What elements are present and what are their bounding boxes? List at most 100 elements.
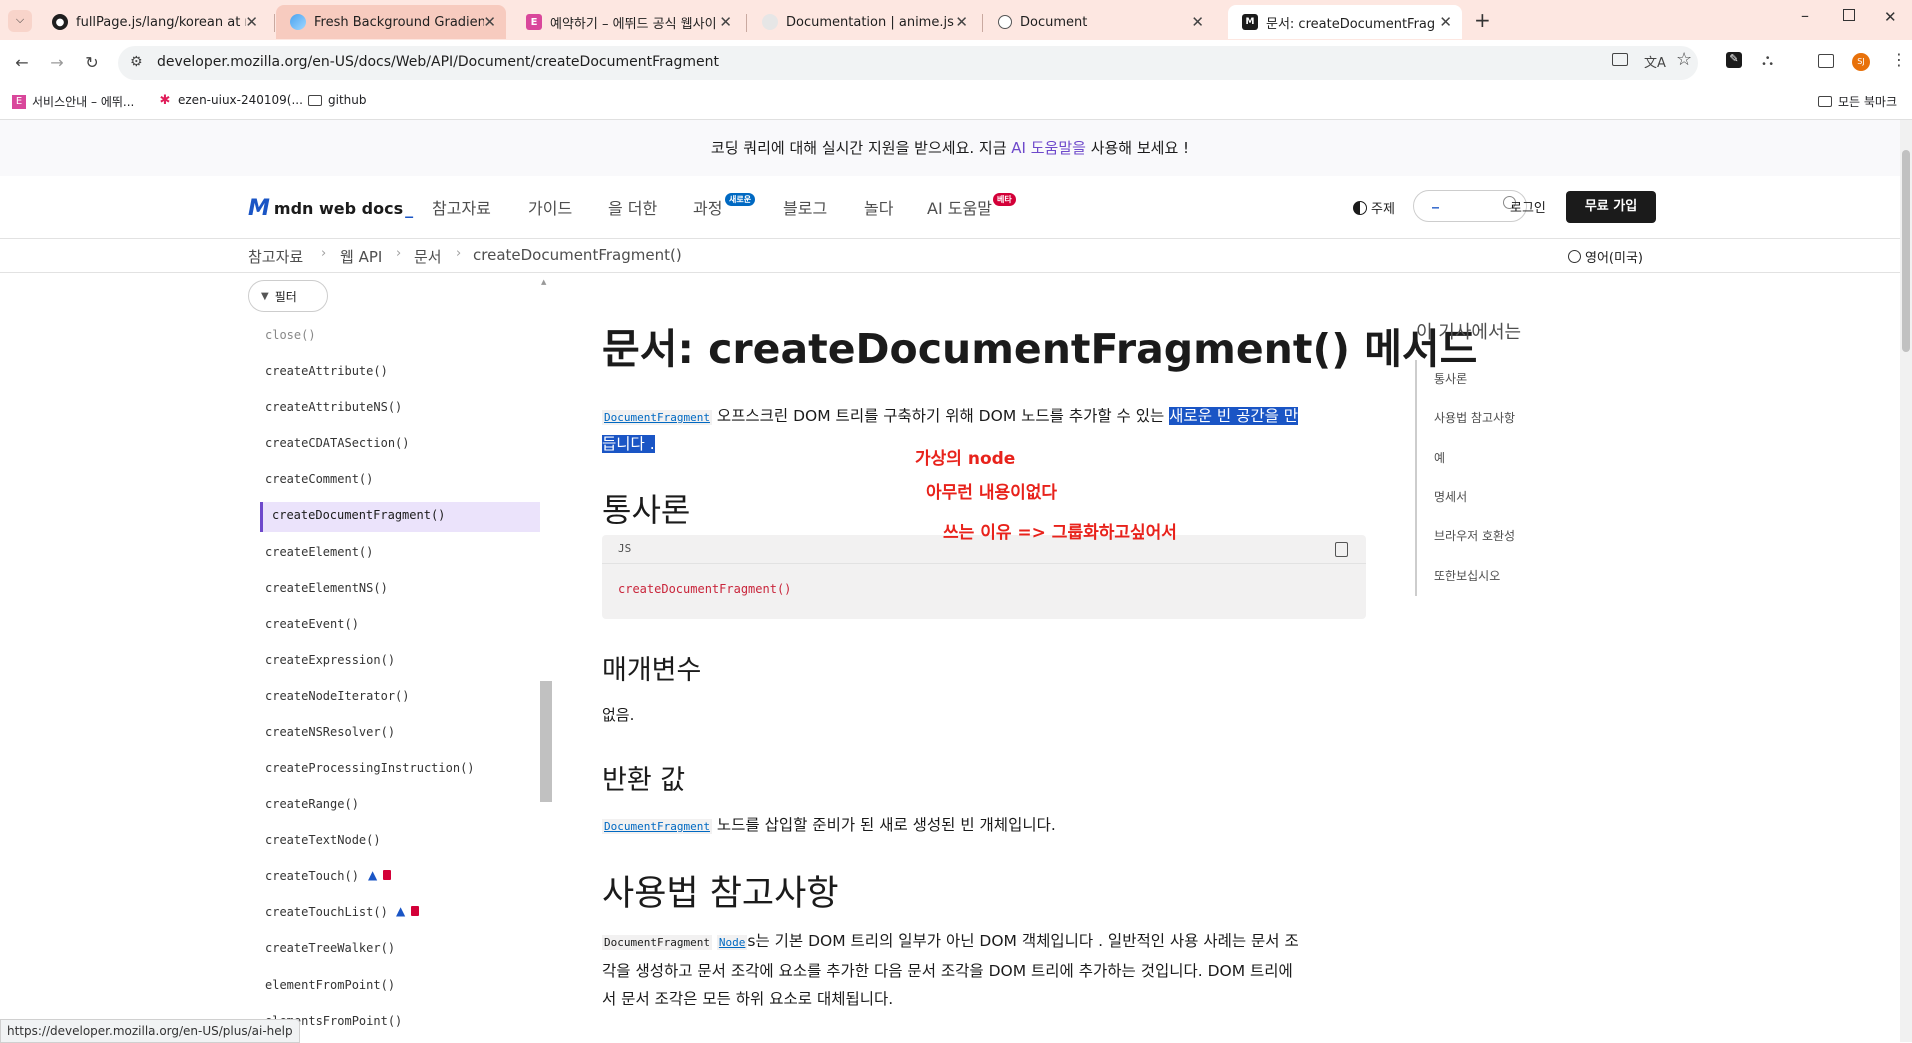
new-tab-plus-icon[interactable]: +	[1474, 8, 1491, 32]
close-tab-icon[interactable]: ✕	[483, 13, 496, 31]
sidebar-item[interactable]: createEvent()	[265, 617, 359, 631]
back-arrow-icon[interactable]: ←	[10, 50, 34, 74]
url-text[interactable]: developer.mozilla.org/en-US/docs/Web/API…	[157, 54, 719, 70]
login-link[interactable]: 로그인	[1510, 197, 1546, 216]
nav-ai-help[interactable]: AI 도움말	[927, 195, 992, 219]
banner-ai-link[interactable]: AI 도움말을	[1011, 139, 1086, 157]
extensions-puzzle-icon[interactable]: ⛬	[1762, 50, 1773, 70]
translate-icon[interactable]: 文A	[1644, 52, 1666, 71]
side-panel-icon[interactable]	[1818, 54, 1834, 68]
breadcrumb-item[interactable]: 웹 API	[340, 246, 382, 267]
browser-tab-strip: ⌵ ● fullPage.js/lang/korean at mas ✕ Fre…	[0, 0, 1912, 40]
return-paragraph: DocumentFragment 노드를 삽입할 준비가 된 새로 생성된 빈 …	[602, 813, 1056, 835]
sidebar-item[interactable]: createTextNode()	[265, 833, 381, 847]
sidebar-filter[interactable]: ▼ 필터	[248, 280, 328, 312]
language-switcher[interactable]: 영어(미국)	[1568, 247, 1643, 266]
sidebar-item[interactable]: createTouch()	[265, 869, 359, 883]
reload-icon[interactable]: ↻	[80, 50, 104, 74]
bookmark-item[interactable]: ✱ ezen-uiux-240109(...	[158, 93, 303, 108]
logo-underscore: _	[405, 199, 414, 218]
github-icon: ●	[52, 14, 68, 30]
close-tab-icon[interactable]: ✕	[719, 13, 732, 31]
node-link[interactable]: Node	[716, 935, 748, 950]
sidebar-item[interactable]: createProcessingInstruction()	[265, 761, 475, 775]
sidebar-item[interactable]: createRange()	[265, 797, 359, 811]
documentfragment-link[interactable]: DocumentFragment	[602, 410, 712, 425]
forward-arrow-icon[interactable]: →	[45, 50, 69, 74]
close-tab-icon[interactable]: ✕	[245, 13, 258, 31]
close-tab-icon[interactable]: ✕	[955, 13, 968, 31]
toc-item[interactable]: 통사론	[1434, 370, 1467, 387]
nav-guides[interactable]: 가이드	[528, 195, 572, 219]
toc-item[interactable]: 또한보십시오	[1434, 567, 1500, 584]
signup-button[interactable]: 무료 가입	[1566, 191, 1656, 223]
documentfragment-link[interactable]: DocumentFragment	[602, 819, 712, 834]
sidebar-item[interactable]: createElement()	[265, 545, 373, 559]
sidebar-item[interactable]: createAttribute()	[265, 364, 388, 378]
browser-tab[interactable]: ● fullPage.js/lang/korean at mas ✕	[38, 5, 268, 39]
sidebar-scrollbar[interactable]	[540, 681, 552, 802]
close-tab-icon[interactable]: ✕	[1191, 13, 1204, 31]
usage-text: 각을 생성하고 문서 조각에 요소를 추가한 다음 문서 조각을 DOM 트리에…	[602, 962, 1293, 980]
close-tab-icon[interactable]: ✕	[1439, 13, 1452, 31]
theme-half-circle-icon	[1353, 200, 1367, 215]
browser-tab[interactable]: Document ✕	[984, 5, 1214, 39]
copy-clipboard-icon[interactable]	[1335, 542, 1348, 557]
sidebar-item[interactable]: createComment()	[265, 472, 373, 486]
close-window-icon[interactable]: ✕	[1884, 8, 1897, 26]
sidebar-item[interactable]: createCDATASection()	[265, 436, 410, 450]
heading-syntax: 통사론	[602, 491, 691, 529]
sidebar-item[interactable]: createTreeWalker()	[265, 941, 395, 955]
toc-item[interactable]: 사용법 참고사항	[1434, 409, 1515, 426]
sidebar-item[interactable]: createExpression()	[265, 653, 395, 667]
folder-icon	[308, 94, 322, 106]
nav-play[interactable]: 놀다	[864, 195, 893, 219]
sidebar-item[interactable]: createTouchList()	[265, 905, 388, 919]
browser-tab[interactable]: Fresh Background Gradients | ✕	[276, 5, 506, 39]
page-scrollbar-thumb[interactable]	[1902, 150, 1910, 352]
tab-title: 예약하기 – 에뛰드 공식 웹사이	[550, 16, 717, 32]
bookmark-item[interactable]: github	[308, 93, 366, 107]
usage-paragraph: DocumentFragment Node s는 기본 DOM 트리의 일부가 아…	[602, 927, 1372, 1013]
mdn-logo[interactable]: M mdn web docs _	[248, 196, 413, 221]
parameters-text: 없음.	[602, 706, 635, 724]
theme-switcher[interactable]: 주제	[1353, 198, 1395, 217]
profile-avatar[interactable]: SJ	[1852, 53, 1870, 71]
nav-plus[interactable]: 을 더한	[608, 195, 657, 219]
more-menu-icon[interactable]: ⋮	[1891, 50, 1907, 69]
nav-blog[interactable]: 블로그	[783, 195, 827, 219]
sidebar-item[interactable]: close()	[265, 328, 316, 342]
toc-item[interactable]: 명세서	[1434, 488, 1467, 505]
sidebar-item-active[interactable]: createDocumentFragment()	[272, 508, 445, 522]
nav-references[interactable]: 참고자료	[432, 195, 491, 219]
usage-text: 서 문서 조각은 모든 하위 요소로 대체됩니다.	[602, 990, 894, 1008]
breadcrumb-item[interactable]: 문서	[414, 246, 442, 267]
bookmark-star-icon[interactable]: ☆	[1676, 49, 1692, 70]
sidebar-item[interactable]: createNodeIterator()	[265, 689, 410, 703]
page-title: 문서: createDocumentFragment() 메서드	[602, 325, 1478, 373]
sidebar-scroll-up-icon[interactable]: ▲	[541, 278, 546, 286]
globe-icon	[1568, 250, 1581, 263]
filter-label: 필터	[274, 289, 297, 304]
install-app-icon[interactable]	[1612, 53, 1628, 66]
deprecated-trash-icon	[411, 906, 419, 916]
restore-icon[interactable]	[1843, 9, 1855, 21]
nav-curriculum[interactable]: 과정	[693, 195, 722, 219]
bookmark-item[interactable]: E 서비스안내 – 에뛰...	[12, 93, 134, 110]
all-bookmarks[interactable]: 모든 북마크	[1818, 93, 1897, 110]
sidebar-item[interactable]: createNSResolver()	[265, 725, 395, 739]
sidebar-item[interactable]: createElementNS()	[265, 581, 388, 595]
browser-tab[interactable]: E 예약하기 – 에뛰드 공식 웹사이 ✕	[512, 5, 742, 39]
inline-code: DocumentFragment	[602, 935, 712, 950]
extension-pen-icon[interactable]: ✎	[1726, 52, 1742, 68]
sidebar-item[interactable]: createAttributeNS()	[265, 400, 402, 414]
toc-item[interactable]: 예	[1434, 449, 1445, 466]
breadcrumb-item[interactable]: 참고자료	[248, 246, 303, 267]
toc-item[interactable]: 브라우저 호환성	[1434, 527, 1515, 544]
browser-tab-active[interactable]: M 문서: createDocumentFragmen ✕	[1228, 5, 1462, 39]
browser-tab[interactable]: Documentation | anime.js ✕	[748, 5, 978, 39]
site-info-icon[interactable]: ⚙	[130, 54, 143, 70]
tab-search-button[interactable]: ⌵	[8, 10, 32, 32]
sidebar-item[interactable]: elementFromPoint()	[265, 978, 395, 992]
minimize-icon[interactable]: –	[1801, 6, 1809, 25]
